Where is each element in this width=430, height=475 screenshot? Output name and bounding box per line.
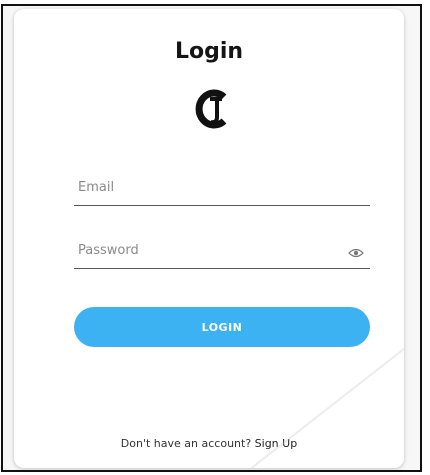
page-title: Login (174, 39, 244, 64)
login-card: Login LOGIN Don't have an account? Sign … (14, 9, 404, 468)
eye-icon[interactable] (348, 247, 364, 259)
email-input[interactable] (76, 179, 330, 196)
brand-logo (195, 89, 227, 129)
password-field[interactable] (74, 238, 370, 269)
signup-prompt: Don't have an account? Sign Up (14, 437, 404, 450)
window-frame: Login LOGIN Don't have an account? Sign … (1, 4, 422, 472)
signup-prompt-text: Don't have an account? (120, 437, 255, 450)
signup-link[interactable]: Sign Up (255, 437, 298, 450)
login-button[interactable]: LOGIN (74, 307, 370, 347)
password-input[interactable] (76, 242, 330, 259)
email-field[interactable] (74, 175, 370, 206)
